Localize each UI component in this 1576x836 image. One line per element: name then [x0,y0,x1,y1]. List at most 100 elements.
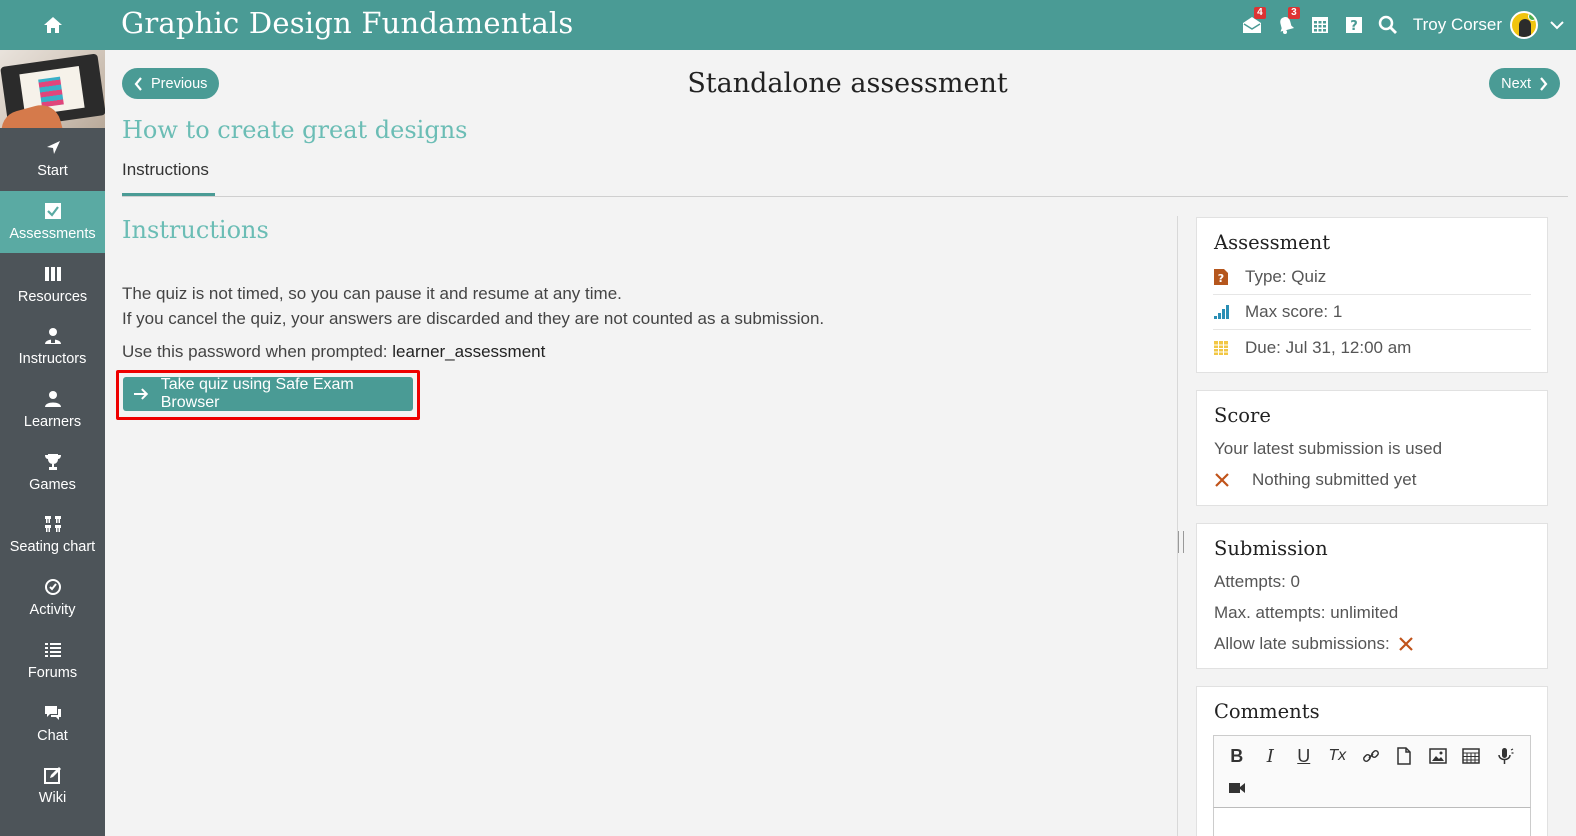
underline-button[interactable]: U [1287,740,1321,772]
assessment-card-title: Assessment [1214,231,1331,254]
page-title: Standalone assessment [687,68,1008,99]
comment-editor[interactable] [1213,807,1531,836]
sidebar-item-learners[interactable]: Learners [0,379,105,442]
instructor-icon [44,328,61,345]
password-prefix: Use this password when prompted: [122,342,388,361]
next-label: Next [1501,75,1531,92]
list-icon [44,642,61,657]
sidebar-item-label: Start [37,163,68,180]
record-audio-button[interactable] [1488,740,1522,772]
calendar-icon [1311,17,1328,33]
max-attempts: Max. attempts: unlimited [1214,602,1399,622]
sidebar-item-forums[interactable]: Forums [0,630,105,693]
mail-badge: 4 [1253,7,1266,19]
user-menu-toggle[interactable] [1538,0,1576,50]
sidebar-item-label: Seating chart [9,539,96,556]
editor-toolbar: B I U Tx [1213,735,1531,807]
learner-icon [44,391,61,408]
take-quiz-button[interactable]: Take quiz using Safe Exam Browser [123,376,413,411]
svg-text:?: ? [1218,272,1224,285]
score-card-title: Score [1214,404,1271,427]
image-icon [1429,748,1447,764]
sidebar-item-instructors[interactable]: Instructors [0,316,105,379]
avatar[interactable] [1510,11,1538,39]
assessment-card: Assessment ? Type: Quiz Max score: 1 Due… [1196,217,1548,373]
insert-image-button[interactable] [1421,740,1455,772]
link-icon [1362,750,1379,762]
file-icon [1397,747,1411,765]
record-video-button[interactable] [1220,772,1254,804]
sidebar-item-seating-chart[interactable]: Seating chart [0,504,105,567]
insert-file-button[interactable] [1388,740,1422,772]
instructions-text: The quiz is not timed, so you can pause … [122,281,824,331]
submission-card-title: Submission [1214,537,1328,560]
chat-icon [44,705,61,720]
next-button[interactable]: Next [1489,68,1560,99]
take-quiz-label: Take quiz using Safe Exam Browser [160,376,354,411]
sidebar-item-resources[interactable]: Resources [0,253,105,316]
late-submissions-label: Allow late submissions: [1214,633,1390,653]
assessment-type-row: ? Type: Quiz [1213,260,1531,295]
video-camera-icon [1228,783,1245,793]
insert-table-button[interactable] [1455,740,1489,772]
clock-icon [44,579,61,596]
mail-button[interactable]: 4 [1235,0,1269,50]
arrow-right-icon [133,388,149,400]
books-icon [44,266,61,281]
search-icon [1378,15,1397,34]
notification-badge: 3 [1287,7,1300,19]
course-thumbnail[interactable] [0,50,105,128]
sidebar-item-games[interactable]: Games [0,441,105,504]
thumbnail-art [38,76,64,108]
section-title[interactable]: How to create great designs [122,116,468,144]
sidebar-item-activity[interactable]: Activity [0,567,105,630]
score-status: Nothing submitted yet [1252,469,1417,489]
due-date-row: Due: Jul 31, 12:00 am [1213,330,1531,365]
sidebar-item-label: Resources [17,288,88,305]
microphone-icon [1498,748,1514,764]
user-name[interactable]: Troy Corser [1413,15,1502,35]
search-button[interactable] [1371,0,1405,50]
help-icon: ? [1345,17,1362,34]
tab-divider [122,196,1568,197]
svg-text:?: ? [1350,19,1358,34]
link-button[interactable] [1354,740,1388,772]
max-score: Max score: 1 [1245,302,1343,321]
sidebar-item-label: Instructors [18,351,87,368]
sidebar-item-wiki[interactable]: Wiki [0,755,105,818]
italic-button[interactable]: I [1254,740,1288,772]
navigation-arrow-icon [46,141,60,155]
table-icon [1462,748,1480,764]
seating-chart-icon [44,516,61,533]
sidebar-item-label: Assessments [9,226,96,243]
password-value: learner_assessment [392,342,546,361]
score-policy: Your latest submission is used [1214,438,1443,458]
assessment-type: Type: Quiz [1245,267,1327,286]
sidebar-item-label: Wiki [38,790,67,807]
home-button[interactable] [0,0,105,50]
main-content: Previous Standalone assessment Next How … [105,50,1576,836]
calendar-button[interactable] [1303,0,1337,50]
score-card: Score Your latest submission is used Not… [1196,390,1548,506]
sidebar-item-start[interactable]: Start [0,128,105,191]
comments-card-title: Comments [1214,700,1320,723]
quiz-file-icon: ? [1214,269,1228,285]
sidebar: Start Assessments Resources Instructors … [0,50,105,836]
calendar-icon [1214,340,1228,355]
notifications-button[interactable]: 3 [1269,0,1303,50]
instructions-line-1: The quiz is not timed, so you can pause … [122,284,622,303]
sidebar-item-label: Games [29,476,76,493]
help-button[interactable]: ? [1337,0,1371,50]
close-icon [1398,636,1413,651]
sidebar-item-label: Chat [37,727,68,744]
chevron-right-icon [1540,76,1548,91]
checkbox-icon [44,203,61,220]
splitter-handle[interactable] [1178,531,1184,553]
sidebar-item-assessments[interactable]: Assessments [0,190,105,254]
bold-button[interactable]: B [1220,740,1254,772]
clear-format-button[interactable]: Tx [1321,740,1355,772]
tab-instructions[interactable]: Instructions [122,160,215,196]
password-text: Use this password when prompted: learner… [122,342,545,362]
course-title[interactable]: Graphic Design Fundamentals [121,6,574,40]
sidebar-item-chat[interactable]: Chat [0,692,105,755]
